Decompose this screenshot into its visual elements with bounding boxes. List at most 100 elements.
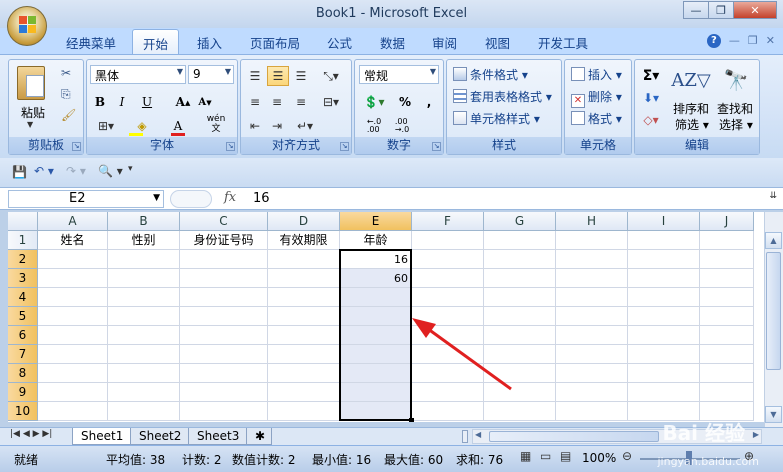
tab-page-layout[interactable]: 页面布局 (250, 33, 300, 52)
cell-g2[interactable] (484, 250, 556, 269)
cell-a10[interactable] (38, 402, 108, 421)
cell-c1[interactable]: 身份证号码 (180, 231, 268, 250)
cell-h5[interactable] (556, 307, 628, 326)
format-as-table-button[interactable]: 套用表格格式 ▾ (453, 88, 552, 105)
column-header-g[interactable]: G (484, 212, 556, 231)
comma-button[interactable]: , (419, 92, 439, 112)
row-header-9[interactable]: 9 (8, 383, 38, 402)
sort-filter-label[interactable]: 排序和 (673, 100, 709, 117)
cell-j5[interactable] (700, 307, 754, 326)
accounting-format-icon[interactable]: 💲▾ (359, 92, 389, 112)
fill-icon[interactable]: ⬇▾ (639, 88, 663, 108)
cell-f4[interactable] (412, 288, 484, 307)
find-select-label[interactable]: 查找和 (717, 100, 753, 117)
tab-classic-menu[interactable]: 经典菜单 (66, 33, 116, 52)
cell-a9[interactable] (38, 383, 108, 402)
cell-e2[interactable]: 16 (340, 250, 412, 269)
cell-d3[interactable] (268, 269, 340, 288)
column-header-h[interactable]: H (556, 212, 628, 231)
fx-icon[interactable]: fx (224, 190, 236, 205)
cell-a2[interactable] (38, 250, 108, 269)
zoom-level[interactable]: 100% (582, 451, 616, 465)
column-header-j[interactable]: J (700, 212, 754, 231)
column-header-f[interactable]: F (412, 212, 484, 231)
cell-f5[interactable] (412, 307, 484, 326)
insert-sheet-icon[interactable]: ✱ (246, 428, 272, 445)
cell-j2[interactable] (700, 250, 754, 269)
wrap-text-icon[interactable]: ↵▾ (291, 116, 319, 136)
cell-j4[interactable] (700, 288, 754, 307)
cell-b6[interactable] (108, 326, 180, 345)
worksheet-grid[interactable]: A B C D E F G H I J 1 姓名 性别 身份证号码 有效期限 年龄 2 16 3 60 4 5 6 7 8 9 10 (8, 212, 764, 422)
border-icon[interactable]: ⊞▾ (91, 116, 121, 136)
cell-c6[interactable] (180, 326, 268, 345)
cell-a5[interactable] (38, 307, 108, 326)
align-top-icon[interactable]: ☰ (245, 66, 265, 86)
cell-j1[interactable] (700, 231, 754, 250)
tab-formulas[interactable]: 公式 (327, 33, 352, 52)
cell-e9[interactable] (340, 383, 412, 402)
cell-d6[interactable] (268, 326, 340, 345)
alignment-launcher-icon[interactable]: ↘ (340, 142, 349, 151)
restore-button[interactable]: ❐ (708, 1, 734, 19)
sort-filter-label-2[interactable]: 筛选 ▾ (675, 116, 709, 133)
sheet-nav-icon[interactable]: |◀ ◀ ▶ ▶| (10, 429, 52, 439)
cell-g1[interactable] (484, 231, 556, 250)
number-format-select[interactable]: 常规 ▼ (359, 65, 439, 84)
cell-d7[interactable] (268, 345, 340, 364)
cell-a8[interactable] (38, 364, 108, 383)
minimize-button[interactable]: — (683, 1, 709, 19)
cell-b1[interactable]: 性别 (108, 231, 180, 250)
find-select-label-2[interactable]: 选择 ▾ (719, 116, 753, 133)
cut-icon[interactable]: ✂ (61, 66, 71, 80)
phonetic-guide-icon[interactable]: wén 文 (199, 114, 233, 134)
cell-h4[interactable] (556, 288, 628, 307)
cell-f3[interactable] (412, 269, 484, 288)
cell-h8[interactable] (556, 364, 628, 383)
cell-i1[interactable] (628, 231, 700, 250)
cell-g4[interactable] (484, 288, 556, 307)
ribbon-restore-icon[interactable]: ❐ (748, 34, 758, 48)
format-painter-icon[interactable]: 🖌 (61, 108, 76, 122)
undo-icon[interactable]: ↶ ▾ (34, 164, 54, 178)
cell-i3[interactable] (628, 269, 700, 288)
delete-cells-button[interactable]: ✕ 删除 ▾ (571, 88, 622, 108)
row-header-3[interactable]: 3 (8, 269, 38, 288)
fill-color-icon[interactable]: ◈ (127, 116, 157, 136)
align-right-icon[interactable]: ≡ (291, 92, 311, 112)
cell-c4[interactable] (180, 288, 268, 307)
paste-dropdown-icon[interactable]: ▼ (27, 120, 33, 129)
cell-g5[interactable] (484, 307, 556, 326)
tab-split-handle[interactable] (462, 430, 468, 443)
cell-a3[interactable] (38, 269, 108, 288)
cell-h3[interactable] (556, 269, 628, 288)
cell-styles-button[interactable]: 单元格样式 ▾ (453, 110, 540, 127)
cell-a6[interactable] (38, 326, 108, 345)
cell-g6[interactable] (484, 326, 556, 345)
orientation-icon[interactable]: ⤡▾ (317, 66, 345, 86)
cell-a4[interactable] (38, 288, 108, 307)
paste-button[interactable]: 粘贴 (21, 104, 45, 121)
insert-cells-button[interactable]: 插入 ▾ (571, 66, 622, 83)
increase-indent-icon[interactable]: ⇥ (267, 116, 287, 136)
cell-h2[interactable] (556, 250, 628, 269)
cell-f8[interactable] (412, 364, 484, 383)
cell-e3[interactable]: 60 (340, 269, 412, 288)
page-layout-view-icon[interactable]: ▭ (540, 449, 551, 463)
cell-b5[interactable] (108, 307, 180, 326)
column-header-i[interactable]: I (628, 212, 700, 231)
number-launcher-icon[interactable]: ↘ (432, 142, 441, 151)
column-header-a[interactable]: A (38, 212, 108, 231)
cell-b2[interactable] (108, 250, 180, 269)
align-left-icon[interactable]: ≡ (245, 92, 265, 112)
cell-f1[interactable] (412, 231, 484, 250)
cell-b10[interactable] (108, 402, 180, 421)
cell-f9[interactable] (412, 383, 484, 402)
cell-g10[interactable] (484, 402, 556, 421)
tab-review[interactable]: 审阅 (432, 33, 457, 52)
row-header-6[interactable]: 6 (8, 326, 38, 345)
cell-d4[interactable] (268, 288, 340, 307)
copy-icon[interactable]: ⎘ (61, 87, 71, 102)
cell-h6[interactable] (556, 326, 628, 345)
cell-e8[interactable] (340, 364, 412, 383)
